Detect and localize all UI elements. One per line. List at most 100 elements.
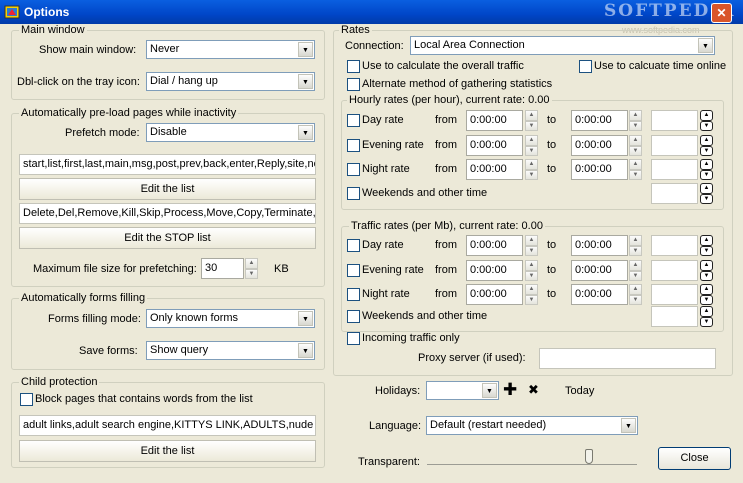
window-close-button[interactable]: ✕: [711, 3, 732, 23]
alt-method-checkbox[interactable]: [347, 78, 360, 91]
spin-up-icon[interactable]: ▲: [629, 284, 642, 295]
overall-traffic-checkbox[interactable]: [347, 60, 360, 73]
max-file-size-input[interactable]: 30: [201, 258, 244, 279]
traffic-rate-input[interactable]: [651, 284, 698, 305]
spin-up-icon[interactable]: ▲: [700, 183, 713, 194]
spin-down-icon[interactable]: ▼: [700, 294, 713, 305]
traffic-rate-spinner[interactable]: ▲ ▼: [700, 284, 713, 305]
hourly-from-spinner[interactable]: ▲ ▼: [525, 159, 538, 180]
spin-down-icon[interactable]: ▼: [525, 294, 538, 305]
hourly-weekends-rate-input[interactable]: [651, 183, 698, 204]
spin-down-icon[interactable]: ▼: [629, 120, 642, 131]
spin-up-icon[interactable]: ▲: [525, 135, 538, 146]
chevron-down-icon[interactable]: ▼: [298, 125, 313, 140]
chevron-down-icon[interactable]: ▼: [298, 74, 313, 89]
proxy-server-input[interactable]: [539, 348, 716, 369]
hourly-rate-spinner[interactable]: ▲ ▼: [700, 135, 713, 156]
spin-down-icon[interactable]: ▼: [700, 316, 713, 327]
spin-down-icon[interactable]: ▼: [700, 145, 713, 156]
traffic-to-input[interactable]: 0:00:00: [571, 284, 628, 305]
spin-up-icon[interactable]: ▲: [700, 159, 713, 170]
spin-up-icon[interactable]: ▲: [700, 110, 713, 121]
traffic-from-input[interactable]: 0:00:00: [466, 260, 523, 281]
spin-down-icon[interactable]: ▼: [700, 169, 713, 180]
hourly-from-input[interactable]: 0:00:00: [466, 159, 523, 180]
edit-stop-list-button[interactable]: Edit the STOP list: [19, 227, 316, 249]
traffic-row-checkbox[interactable]: [347, 239, 360, 252]
traffic-from-spinner[interactable]: ▲ ▼: [525, 260, 538, 281]
chevron-down-icon[interactable]: ▼: [298, 311, 313, 326]
stop-list-field[interactable]: Delete,Del,Remove,Kill,Skip,Process,Move…: [19, 203, 316, 224]
spin-up-icon[interactable]: ▲: [700, 284, 713, 295]
chevron-down-icon[interactable]: ▼: [482, 383, 497, 398]
traffic-from-input[interactable]: 0:00:00: [466, 284, 523, 305]
language-select[interactable]: Default (restart needed) ▼: [426, 416, 638, 435]
today-label[interactable]: Today: [565, 385, 594, 397]
spin-down-icon[interactable]: ▼: [525, 270, 538, 281]
add-holiday-icon[interactable]: ✚: [503, 380, 517, 400]
traffic-row-checkbox[interactable]: [347, 288, 360, 301]
hourly-from-input[interactable]: 0:00:00: [466, 110, 523, 131]
traffic-to-spinner[interactable]: ▲ ▼: [629, 260, 642, 281]
traffic-to-input[interactable]: 0:00:00: [571, 260, 628, 281]
hourly-from-spinner[interactable]: ▲ ▼: [525, 110, 538, 131]
hourly-weekends-rate-spinner[interactable]: ▲ ▼: [700, 183, 713, 204]
block-pages-checkbox[interactable]: [20, 393, 33, 406]
hourly-rate-input[interactable]: [651, 159, 698, 180]
spin-down-icon[interactable]: ▼: [525, 120, 538, 131]
traffic-from-input[interactable]: 0:00:00: [466, 235, 523, 256]
transparent-slider-thumb[interactable]: [585, 449, 593, 464]
holidays-select[interactable]: ▼: [426, 381, 499, 400]
prefetch-list-field[interactable]: start,list,first,last,main,msg,post,prev…: [19, 154, 316, 175]
child-words-field[interactable]: adult links,adult search engine,KITTYS L…: [19, 415, 316, 436]
traffic-from-spinner[interactable]: ▲ ▼: [525, 235, 538, 256]
chevron-down-icon[interactable]: ▼: [621, 418, 636, 433]
spin-down-icon[interactable]: ▼: [629, 245, 642, 256]
chevron-down-icon[interactable]: ▼: [298, 42, 313, 57]
spin-down-icon[interactable]: ▼: [700, 193, 713, 204]
spin-up-icon[interactable]: ▲: [525, 284, 538, 295]
hourly-to-input[interactable]: 0:00:00: [571, 110, 628, 131]
hourly-from-spinner[interactable]: ▲ ▼: [525, 135, 538, 156]
spin-up-icon[interactable]: ▲: [525, 159, 538, 170]
incoming-only-checkbox[interactable]: [347, 332, 360, 345]
connection-select[interactable]: Local Area Connection ▼: [410, 36, 715, 55]
spin-down-icon[interactable]: ▼: [700, 245, 713, 256]
spin-up-icon[interactable]: ▲: [525, 235, 538, 246]
hourly-to-input[interactable]: 0:00:00: [571, 159, 628, 180]
spin-up-icon[interactable]: ▲: [700, 260, 713, 271]
spin-down-icon[interactable]: ▼: [525, 145, 538, 156]
max-file-size-spinner[interactable]: ▲ ▼: [245, 258, 258, 279]
spin-down-icon[interactable]: ▼: [629, 169, 642, 180]
spin-up-icon[interactable]: ▲: [629, 135, 642, 146]
spin-up-icon[interactable]: ▲: [525, 110, 538, 121]
spin-down-icon[interactable]: ▼: [525, 169, 538, 180]
remove-holiday-icon[interactable]: ✖: [528, 382, 539, 398]
traffic-rate-input[interactable]: [651, 260, 698, 281]
spin-up-icon[interactable]: ▲: [629, 260, 642, 271]
hourly-to-spinner[interactable]: ▲ ▼: [629, 159, 642, 180]
hourly-rate-spinner[interactable]: ▲ ▼: [700, 110, 713, 131]
time-online-checkbox[interactable]: [579, 60, 592, 73]
hourly-row-checkbox[interactable]: [347, 139, 360, 152]
hourly-from-input[interactable]: 0:00:00: [466, 135, 523, 156]
show-main-window-select[interactable]: Never ▼: [146, 40, 315, 59]
save-forms-select[interactable]: Show query ▼: [146, 341, 315, 360]
hourly-to-spinner[interactable]: ▲ ▼: [629, 110, 642, 131]
spin-up-icon[interactable]: ▲: [245, 258, 258, 269]
traffic-rate-spinner[interactable]: ▲ ▼: [700, 260, 713, 281]
traffic-to-spinner[interactable]: ▲ ▼: [629, 284, 642, 305]
spin-down-icon[interactable]: ▼: [629, 270, 642, 281]
chevron-down-icon[interactable]: ▼: [698, 38, 713, 53]
traffic-weekends-rate-spinner[interactable]: ▲ ▼: [700, 306, 713, 327]
traffic-rate-input[interactable]: [651, 235, 698, 256]
hourly-to-input[interactable]: 0:00:00: [571, 135, 628, 156]
hourly-rate-input[interactable]: [651, 110, 698, 131]
traffic-rate-spinner[interactable]: ▲ ▼: [700, 235, 713, 256]
spin-down-icon[interactable]: ▼: [525, 245, 538, 256]
traffic-row-checkbox[interactable]: [347, 264, 360, 277]
spin-up-icon[interactable]: ▲: [700, 135, 713, 146]
traffic-to-spinner[interactable]: ▲ ▼: [629, 235, 642, 256]
forms-mode-select[interactable]: Only known forms ▼: [146, 309, 315, 328]
hourly-to-spinner[interactable]: ▲ ▼: [629, 135, 642, 156]
